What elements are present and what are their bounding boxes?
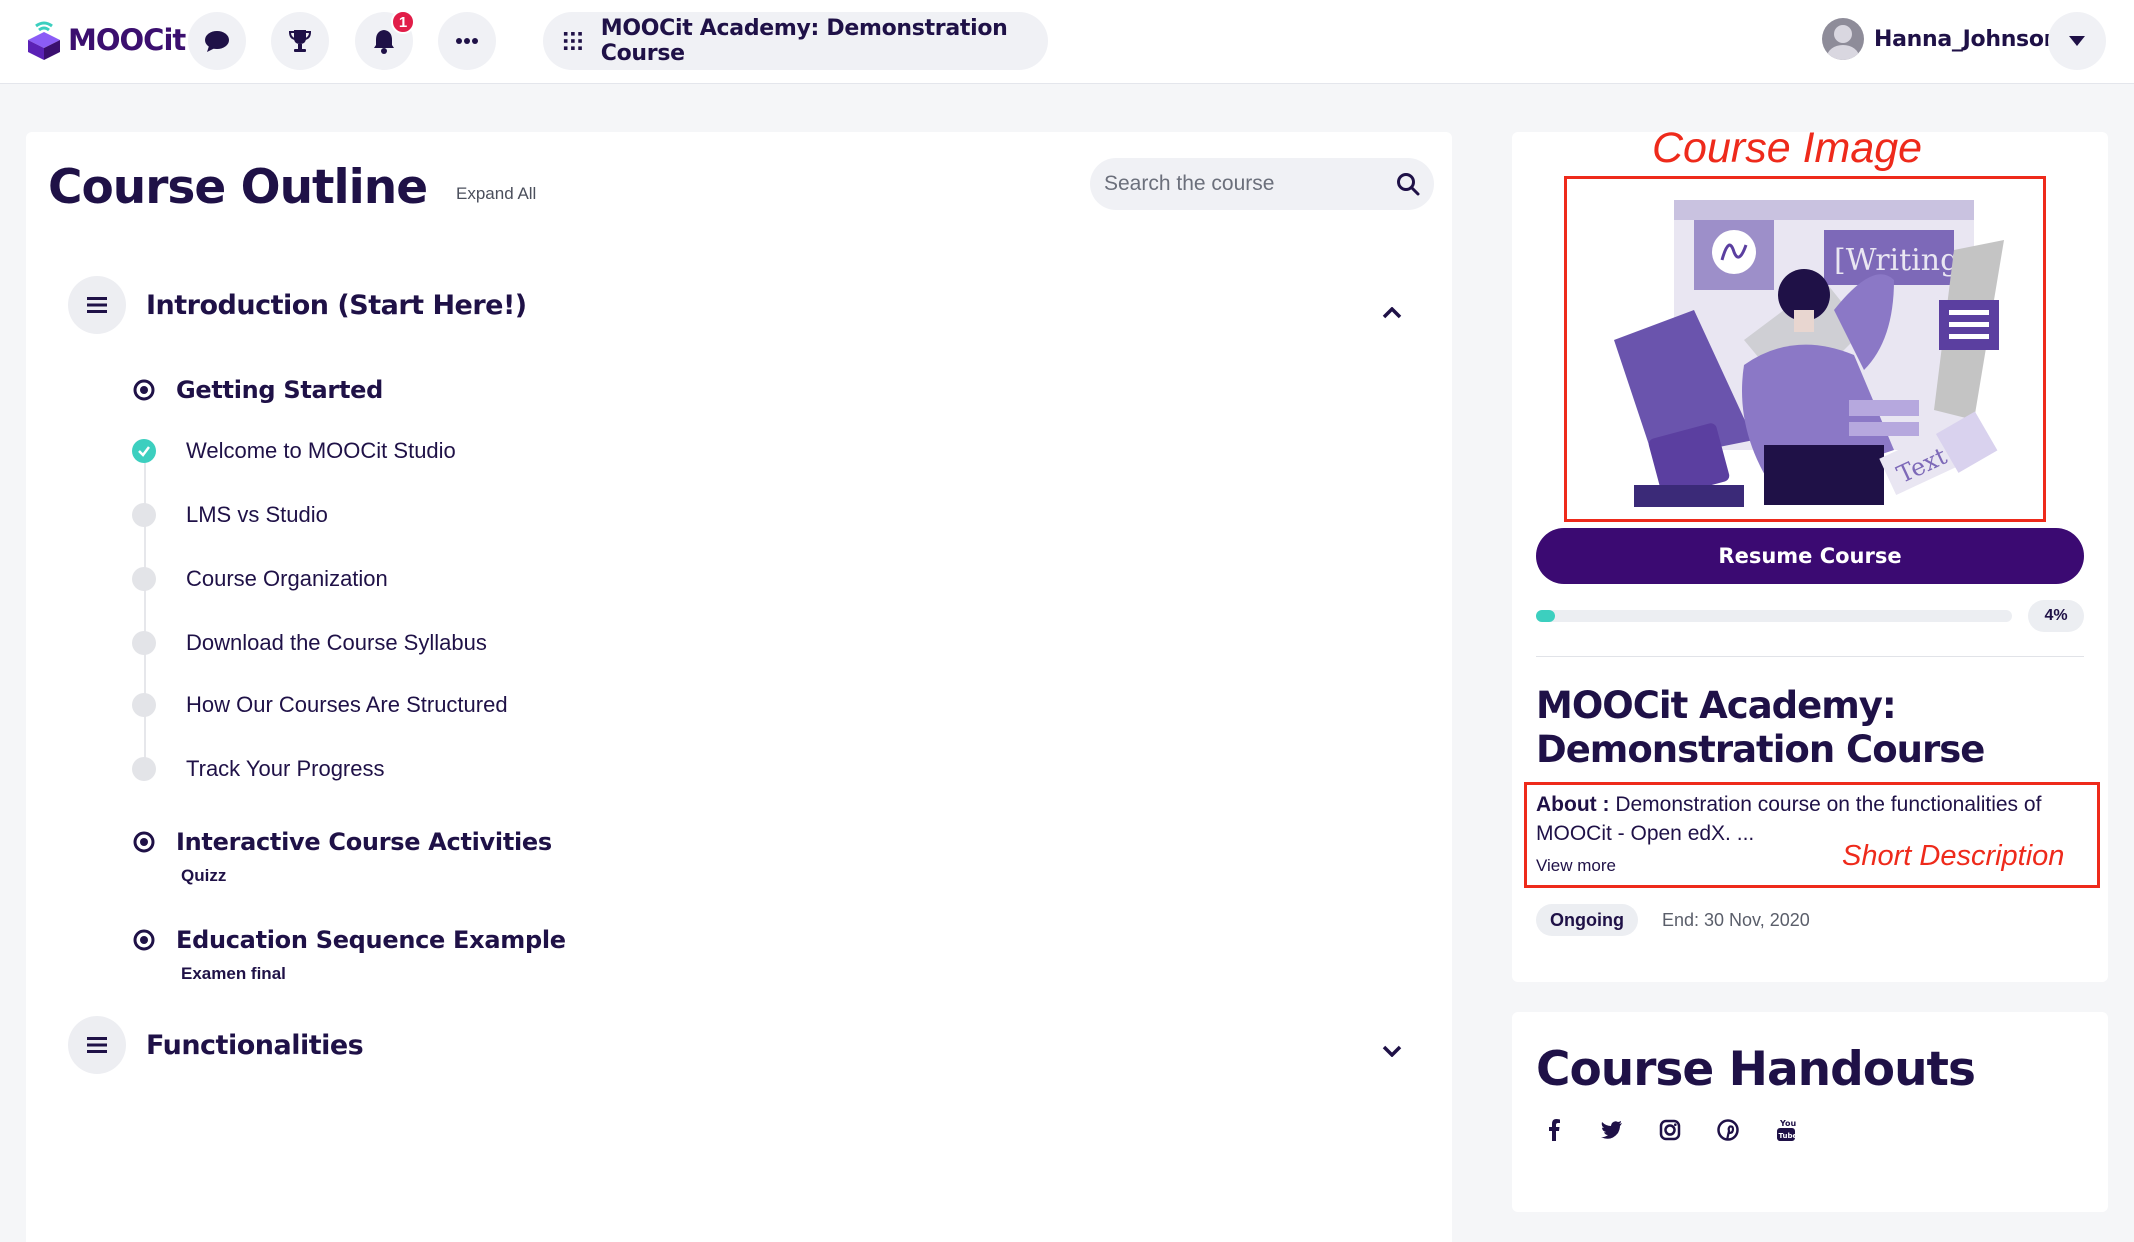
grid-dots-icon <box>563 32 582 50</box>
unit-item[interactable]: Download the Course Syllabus <box>132 630 487 656</box>
social-links: You Tube <box>1542 1118 1798 1142</box>
course-progress-bar <box>1536 610 2012 622</box>
incomplete-dot-icon <box>132 757 156 781</box>
unit-item[interactable]: Welcome to MOOCit Studio <box>132 438 456 464</box>
user-menu-toggle[interactable] <box>2048 12 2106 70</box>
short-description-annotation: Short Description <box>1842 840 2065 872</box>
view-more-link[interactable]: View more <box>1536 856 1616 876</box>
notifications-button[interactable]: 1 <box>355 10 415 70</box>
caret-down-icon <box>2069 36 2085 46</box>
status-badge: Ongoing <box>1536 904 1638 936</box>
discussion-button[interactable] <box>188 12 246 70</box>
unit-label: How Our Courses Are Structured <box>186 692 508 717</box>
user-profile[interactable]: Hanna_Johnson <box>1822 18 2059 60</box>
moocit-logo[interactable]: MOOCit <box>26 20 186 60</box>
unit-item[interactable]: How Our Courses Are Structured <box>132 692 508 718</box>
unit-label: Course Organization <box>186 566 388 591</box>
progress-percent-badge: 4% <box>2028 600 2084 632</box>
unit-label: Download the Course Syllabus <box>186 630 487 655</box>
course-title: MOOCit Academy: Demonstration Course <box>600 16 1008 66</box>
bell-icon <box>374 30 394 54</box>
subsection-title: Education Sequence Example <box>176 926 566 954</box>
course-name: MOOCit Academy: Demonstration Course <box>1536 684 1985 771</box>
subsection-meta: Examen final <box>181 964 286 983</box>
course-handouts-panel: Course Handouts You Tube <box>1512 1012 2108 1212</box>
about-text: Demonstration course on the functionalit… <box>1536 793 2042 845</box>
divider <box>1536 656 2084 657</box>
youtube-icon[interactable]: You Tube <box>1774 1118 1798 1142</box>
expand-all-link[interactable]: Expand All <box>456 184 536 204</box>
section-list-icon <box>68 1016 126 1074</box>
course-image: [Writing] Text <box>1614 200 2004 507</box>
twitter-icon[interactable] <box>1600 1118 1624 1142</box>
svg-text:[Writing]: [Writing] <box>1834 243 1971 278</box>
achievements-button[interactable] <box>271 12 329 70</box>
notification-count-badge: 1 <box>391 10 415 34</box>
chevron-up-icon <box>1382 307 1402 319</box>
subsection-title: Getting Started <box>176 376 383 404</box>
svg-text:You: You <box>1779 1119 1796 1128</box>
top-navigation-bar: MOOCit 1 MOOCit Academy: Demonstration C… <box>0 0 2134 84</box>
progress-fill <box>1536 610 1556 622</box>
facebook-icon[interactable] <box>1542 1118 1566 1142</box>
subsection-interactive-activities[interactable]: Interactive Course Activities <box>132 828 552 856</box>
logo-cube-icon <box>28 21 60 60</box>
course-switcher[interactable]: MOOCit Academy: Demonstration Course <box>543 12 1048 70</box>
subsection-title: Interactive Course Activities <box>176 828 552 856</box>
more-options-button[interactable] <box>438 12 496 70</box>
search-input[interactable] <box>1104 172 1384 196</box>
section-list-icon <box>68 276 126 334</box>
unit-label: Welcome to MOOCit Studio <box>186 438 456 463</box>
subsection-meta: Quizz <box>181 866 227 885</box>
incomplete-dot-icon <box>132 693 156 717</box>
incomplete-dot-icon <box>132 567 156 591</box>
expand-section-button[interactable] <box>1379 1038 1405 1064</box>
trophy-icon <box>288 30 312 52</box>
section-title: Introduction (Start Here!) <box>146 289 527 321</box>
page-title: Course Outline <box>48 160 428 215</box>
handouts-title: Course Handouts <box>1536 1042 1976 1097</box>
section-title: Functionalities <box>146 1029 364 1061</box>
collapse-section-button[interactable] <box>1379 300 1405 326</box>
target-circle-icon <box>133 929 155 951</box>
search-icon[interactable] <box>1396 172 1420 196</box>
course-search <box>1090 158 1434 210</box>
incomplete-dot-icon <box>132 631 156 655</box>
resume-course-button[interactable]: Resume Course <box>1536 528 2084 584</box>
subsection-education-sequence[interactable]: Education Sequence Example <box>132 926 566 954</box>
user-name: Hanna_Johnson <box>1874 26 2060 52</box>
chevron-down-icon <box>1382 1045 1402 1057</box>
unit-timeline <box>144 452 146 774</box>
ellipsis-icon <box>456 38 478 44</box>
course-end-date: End: 30 Nov, 2020 <box>1662 910 1810 930</box>
incomplete-dot-icon <box>132 503 156 527</box>
completed-check-icon <box>132 439 156 463</box>
course-outline-panel: Course Outline Expand All Introduction (… <box>26 132 1452 1242</box>
section-functionalities[interactable]: Functionalities <box>68 1016 364 1074</box>
about-label: About : <box>1536 793 1610 816</box>
chat-bubble-icon <box>205 31 229 52</box>
pinterest-icon[interactable] <box>1716 1118 1740 1142</box>
logo-text: MOOCit <box>68 23 186 57</box>
subsection-getting-started[interactable]: Getting Started <box>132 376 383 404</box>
course-info-panel: Course Image [Writing] Text Resume Cours… <box>1512 124 2108 982</box>
unit-item[interactable]: Track Your Progress <box>132 756 385 782</box>
target-circle-icon <box>133 379 155 401</box>
unit-item[interactable]: LMS vs Studio <box>132 502 328 528</box>
course-image-annotation: Course Image <box>1652 124 1923 172</box>
unit-label: Track Your Progress <box>186 756 385 781</box>
target-circle-icon <box>133 831 155 853</box>
svg-text:Tube: Tube <box>1779 1132 1797 1140</box>
section-introduction[interactable]: Introduction (Start Here!) <box>68 276 527 334</box>
instagram-icon[interactable] <box>1658 1118 1682 1142</box>
unit-item[interactable]: Course Organization <box>132 566 388 592</box>
avatar <box>1822 18 1864 60</box>
unit-label: LMS vs Studio <box>186 502 328 527</box>
